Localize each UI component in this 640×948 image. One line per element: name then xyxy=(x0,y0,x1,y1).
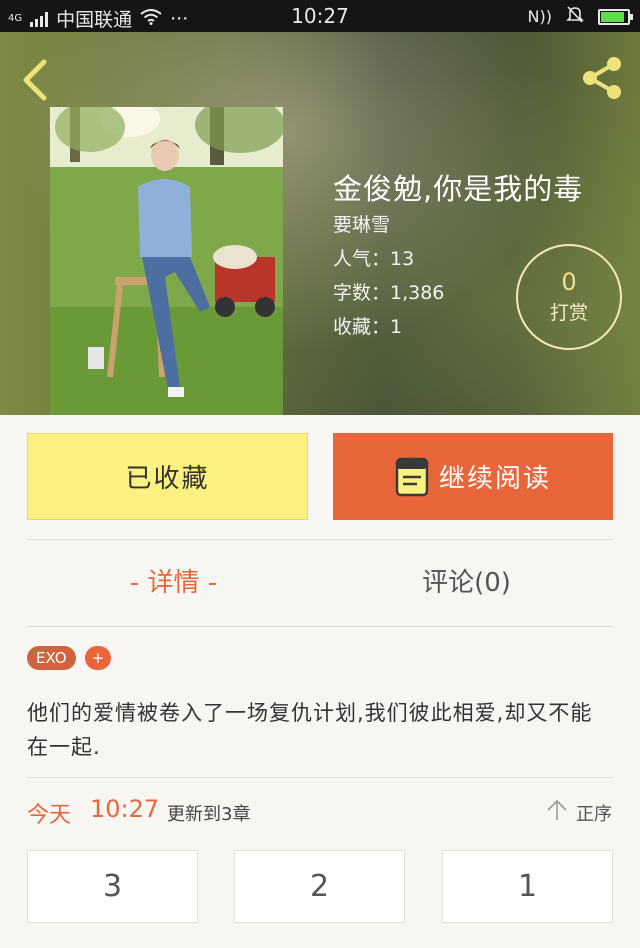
book-favorites: 收藏：1 xyxy=(333,316,403,338)
chapter-button[interactable]: 1 xyxy=(442,850,613,923)
book-popularity: 人气：13 xyxy=(333,248,415,270)
status-bar: 4G 中国联通 ··· 10:27 N)) xyxy=(0,0,640,32)
share-icon[interactable] xyxy=(578,54,626,102)
tip-label: 打赏 xyxy=(549,302,588,324)
back-chevron-icon[interactable] xyxy=(18,58,52,102)
book-title: 金俊勉,你是我的毒 xyxy=(333,172,584,206)
continue-reading-button[interactable]: 继续阅读 xyxy=(333,433,613,520)
tab-comments[interactable]: 评论(0) xyxy=(320,562,613,606)
book-header: 金俊勉,你是我的毒 要琳雪 人气：13 字数：1,386 收藏：1 0 打赏 xyxy=(0,32,640,415)
book-description: 他们的爱情被卷入了一场复仇计划,我们彼此相爱,却又不能在一起. xyxy=(27,701,593,759)
tip-count: 0 xyxy=(561,268,577,296)
battery-charging-icon xyxy=(598,8,633,25)
sort-label: 正序 xyxy=(576,803,612,825)
update-day: 今天 xyxy=(27,803,72,828)
nfc-icon: N)) xyxy=(527,7,552,26)
book-icon xyxy=(395,457,429,497)
divider xyxy=(27,539,613,540)
tab-details[interactable]: - 详情 - xyxy=(27,562,320,606)
mute-bell-icon xyxy=(566,5,584,28)
continue-reading-label: 继续阅读 xyxy=(438,464,551,494)
sort-order-toggle[interactable]: 正序 xyxy=(546,799,612,826)
chapter-button[interactable]: 3 xyxy=(27,850,198,923)
divider xyxy=(27,777,613,778)
tag-exo[interactable]: EXO xyxy=(27,646,76,670)
tip-button[interactable]: 0 打赏 xyxy=(516,244,622,350)
favorited-button[interactable]: 已收藏 xyxy=(27,433,308,520)
arrow-up-icon xyxy=(546,799,568,826)
book-word-count: 字数：1,386 xyxy=(333,282,445,304)
update-time: 10:27 xyxy=(90,795,160,823)
favorited-label: 已收藏 xyxy=(125,464,210,494)
nfc-label: N xyxy=(527,7,540,26)
update-text: 更新到3章 xyxy=(167,804,251,825)
book-author[interactable]: 要琳雪 xyxy=(333,210,390,237)
chapter-button[interactable]: 2 xyxy=(234,850,405,923)
book-cover-image xyxy=(50,107,283,415)
divider xyxy=(27,626,613,627)
battery-fill xyxy=(601,11,624,22)
add-tag-button[interactable]: + xyxy=(85,646,111,670)
status-right: N)) xyxy=(527,5,633,28)
